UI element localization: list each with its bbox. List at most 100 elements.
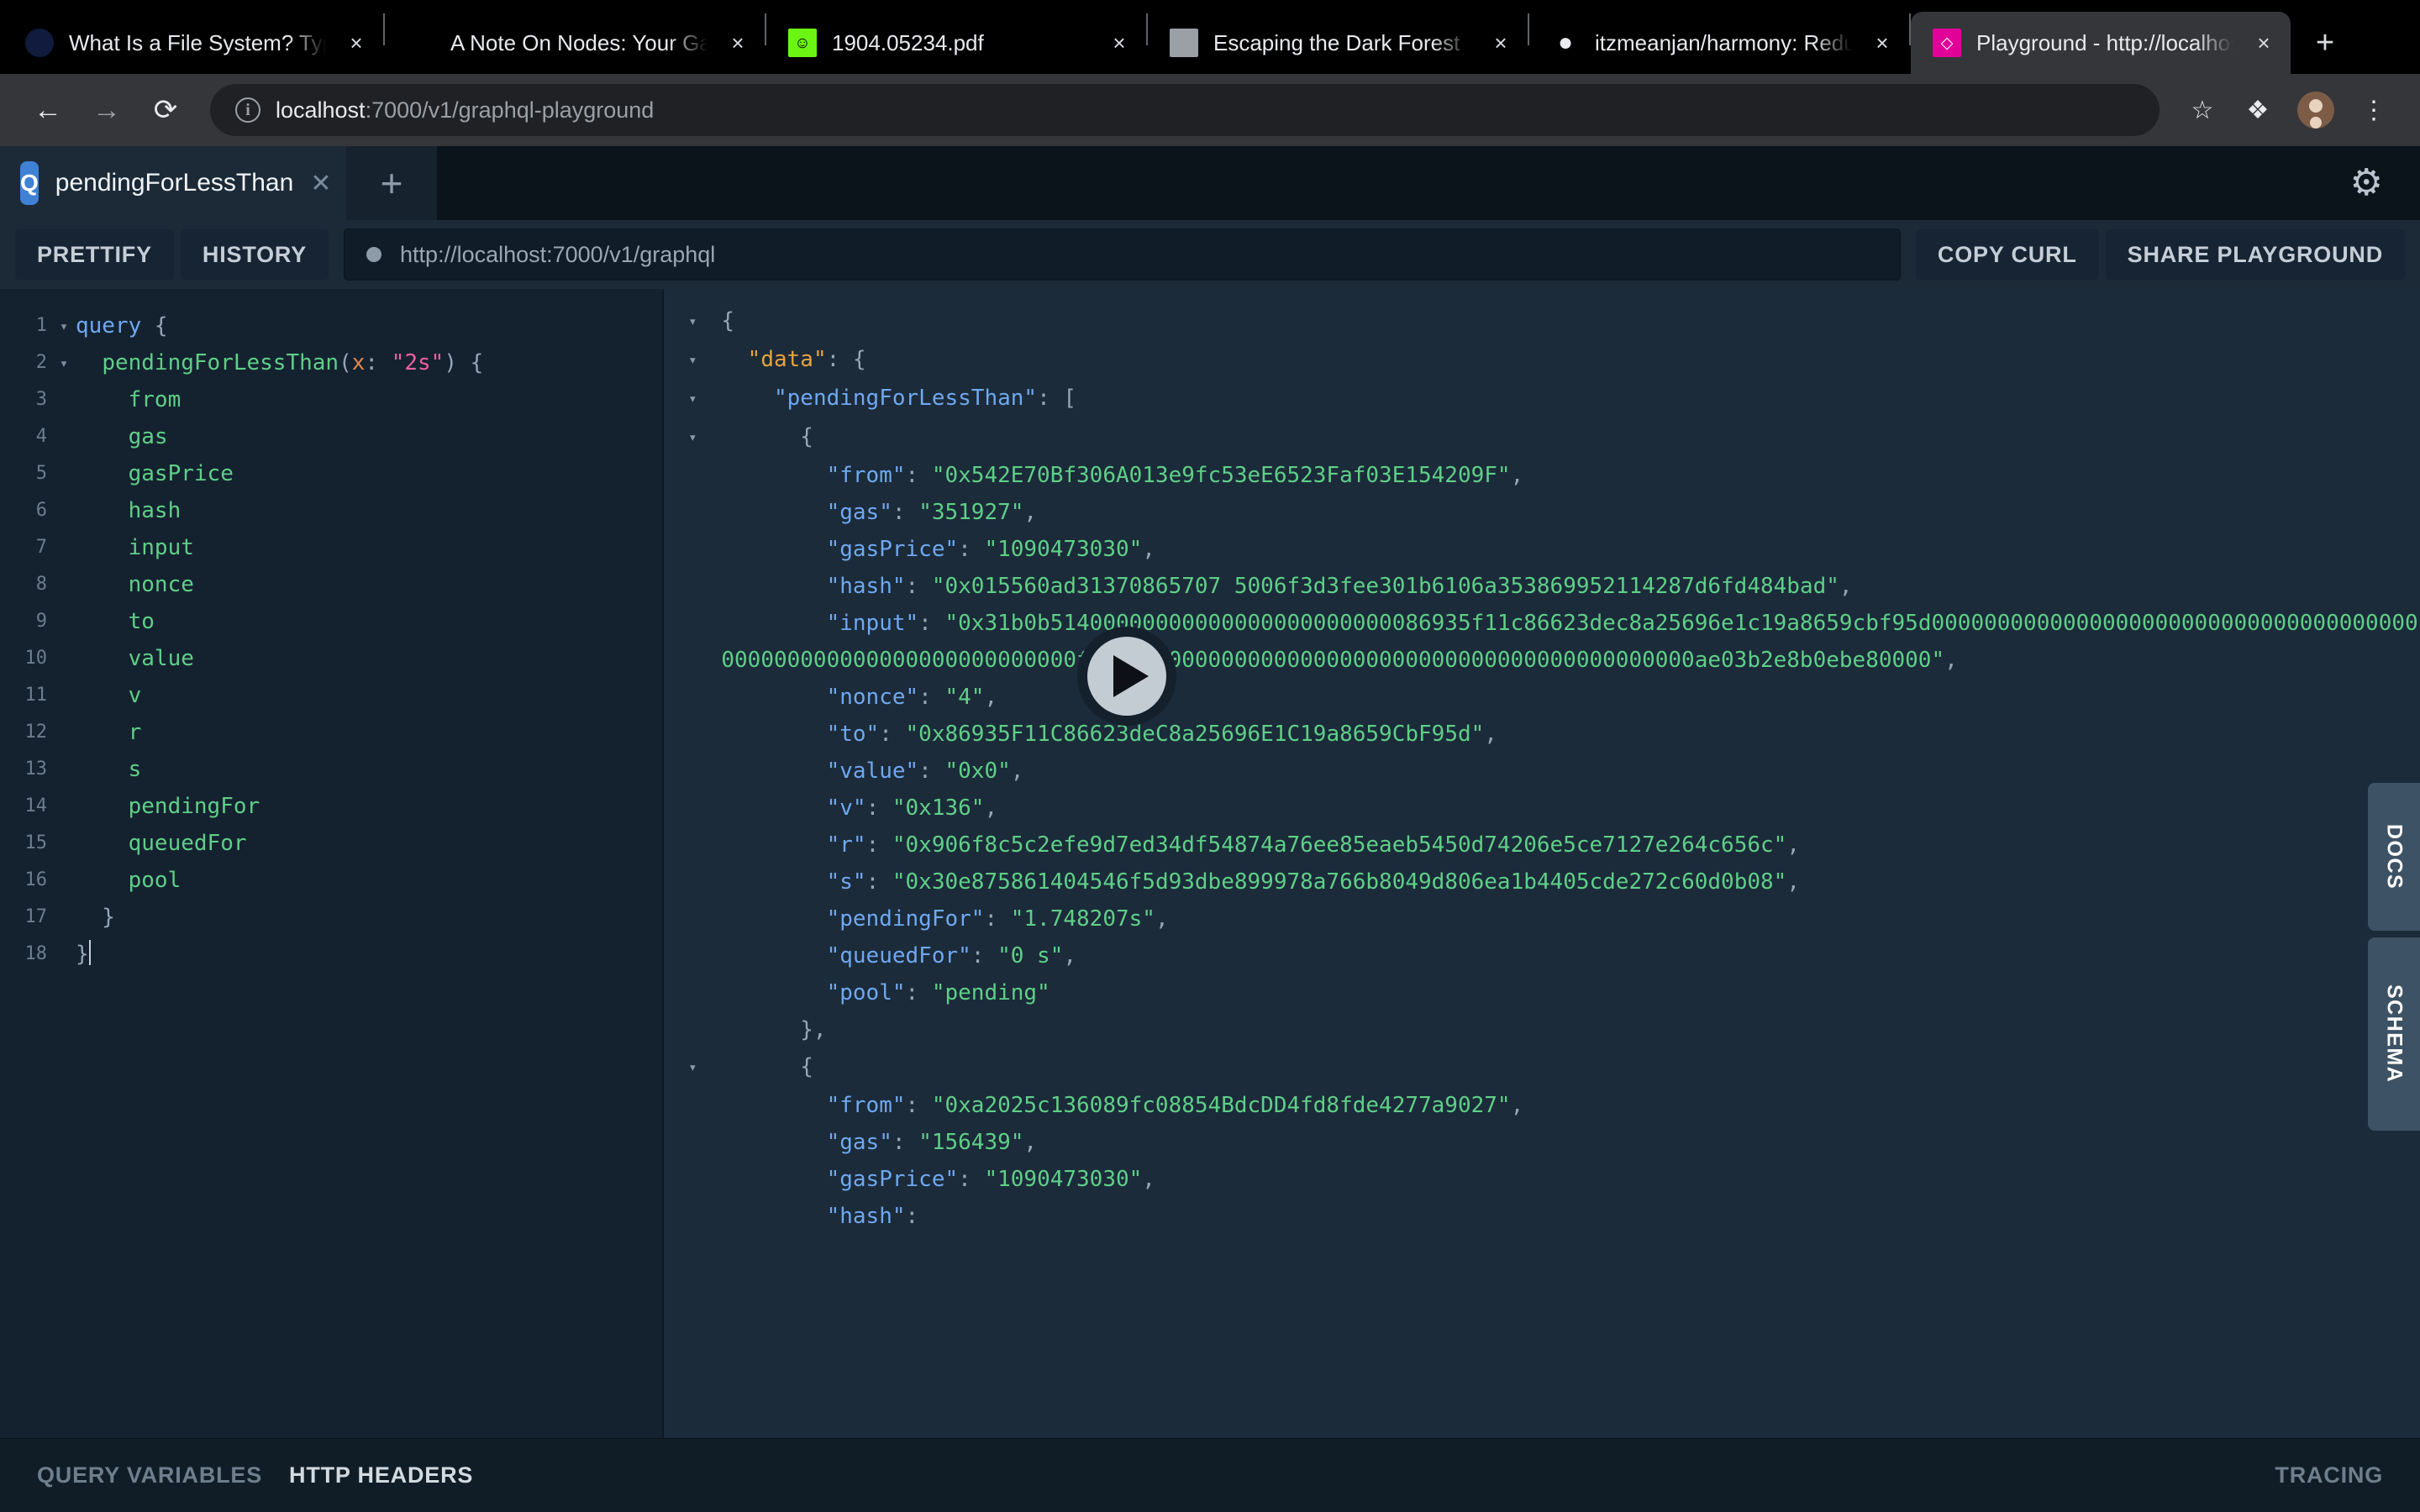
bookmark-star-icon[interactable]: ☆	[2178, 86, 2227, 134]
playground-toolbar: PRETTIFY HISTORY http://localhost:7000/v…	[0, 220, 2420, 289]
endpoint-url-text: http://localhost:7000/v1/graphql	[400, 242, 715, 268]
response-line-text: "pool": "pending"	[721, 974, 1050, 1011]
json-token: ,	[1839, 574, 1853, 599]
browser-tab-title: A Note On Nodes: Your Gate	[450, 30, 708, 56]
document-icon	[407, 29, 435, 57]
browser-tab[interactable]:  What Is a File System? Types ×	[3, 12, 383, 74]
response-line-text: "gas": "351927",	[721, 494, 1037, 531]
fold-toggle-icon[interactable]: ▾	[664, 380, 721, 418]
new-tab-button[interactable]: +	[2299, 17, 2351, 69]
code-token	[76, 461, 129, 486]
close-icon[interactable]: ✕	[310, 169, 331, 198]
json-token: "0xa2025c136089fc08854BdcDD4fd8fde4277a9…	[932, 1093, 1511, 1118]
json-token: ,	[1155, 906, 1169, 932]
json-token: {	[800, 1054, 813, 1079]
forward-button[interactable]: →	[81, 84, 133, 136]
close-icon[interactable]: ×	[2249, 28, 2279, 58]
tab-bar-filler	[437, 146, 2420, 220]
json-token: "gasPrice"	[827, 537, 959, 562]
site-info-icon[interactable]: i	[235, 97, 260, 123]
json-token	[721, 1093, 826, 1118]
response-line: },	[664, 1011, 2420, 1048]
response-line: "gasPrice": "1090473030",	[664, 531, 2420, 568]
json-token: "1090473030"	[984, 1167, 1142, 1192]
history-button[interactable]: HISTORY	[181, 229, 329, 280]
close-icon[interactable]: ×	[723, 28, 753, 58]
prettify-button[interactable]: PRETTIFY	[15, 229, 174, 280]
close-icon[interactable]: ×	[1486, 28, 1516, 58]
http-headers-tab[interactable]: HTTP HEADERS	[289, 1462, 473, 1488]
fold-toggle-icon[interactable]: ▾	[664, 302, 721, 341]
close-icon[interactable]: ×	[1104, 28, 1134, 58]
flame-icon: 	[25, 29, 54, 57]
code-token	[76, 387, 129, 412]
response-pane[interactable]: ▾{▾ "data": {▾ "pendingForLessThan": [▾ …	[664, 289, 2420, 1438]
browser-tab[interactable]: ● itzmeanjan/harmony: Reduc ×	[1529, 12, 1909, 74]
code-token	[76, 794, 129, 819]
json-token: "0x906f8c5c2efe9d7ed34df54874a76ee85eaeb…	[892, 832, 1786, 858]
json-token: ,	[1944, 648, 1958, 673]
back-button[interactable]: ←	[22, 84, 74, 136]
editor-line: 14 pendingFor	[0, 788, 662, 825]
json-token	[721, 832, 826, 858]
tracing-tab[interactable]: TRACING	[2275, 1462, 2383, 1488]
browser-tab[interactable]: Escaping the Dark Forest ×	[1148, 12, 1528, 74]
json-token: :	[918, 759, 944, 784]
fold-toggle-icon[interactable]: ▾	[664, 418, 721, 457]
browser-tab[interactable]: ☺ 1904.05234.pdf ×	[766, 12, 1146, 74]
response-line-text: "nonce": "4",	[721, 679, 997, 716]
code-token: pendingForLessThan	[102, 350, 339, 375]
fold-toggle-icon[interactable]: ▾	[52, 307, 76, 346]
response-line: ▾ "data": {	[664, 341, 2420, 380]
response-line-text: "input": "0x31b0b51400000000000000000000…	[721, 605, 2420, 679]
editor-line-text: to	[76, 603, 155, 640]
editor-line: 5 gasPrice	[0, 455, 662, 492]
response-line-text: "from": "0x542E70Bf306A013e9fc53eE6523Fa…	[721, 457, 1523, 494]
text-caret	[89, 940, 91, 965]
fold-toggle-icon[interactable]: ▾	[52, 344, 76, 383]
query-editor-lines[interactable]: 1 ▾ query {2 ▾ pendingForLessThan(x: "2s") …	[0, 289, 662, 973]
line-number: 7	[0, 529, 52, 566]
close-icon[interactable]: ×	[341, 28, 371, 58]
browser-menu-icon[interactable]: ⋮	[2349, 86, 2398, 134]
profile-avatar[interactable]	[2297, 92, 2334, 129]
fold-toggle-icon[interactable]: ▾	[664, 1048, 721, 1087]
json-token: {	[800, 424, 813, 449]
schema-side-tab[interactable]: SCHEMA	[2368, 937, 2420, 1131]
editor-line: 1 ▾ query {	[0, 307, 662, 344]
code-token: s	[129, 757, 142, 782]
json-token: ,	[984, 795, 997, 821]
response-line: ▾{	[664, 302, 2420, 341]
editor-line: 16 pool	[0, 862, 662, 899]
response-line-text: "data": {	[721, 341, 865, 378]
new-playground-tab-button[interactable]: +	[346, 146, 437, 220]
browser-tab[interactable]: ◇ Playground - http://localhost ×	[1911, 12, 2291, 74]
query-variables-tab[interactable]: QUERY VARIABLES	[37, 1462, 262, 1488]
address-bar[interactable]: i localhost:7000/v1/graphql-playground	[210, 84, 2160, 136]
json-token	[721, 537, 826, 562]
json-token	[721, 500, 826, 525]
fold-toggle-icon[interactable]: ▾	[664, 341, 721, 380]
reload-button[interactable]: ⟳	[139, 84, 192, 136]
query-editor-pane[interactable]: 1 ▾ query {2 ▾ pendingForLessThan(x: "2s") …	[0, 289, 662, 1438]
code-token: (	[339, 350, 352, 375]
browser-tab[interactable]: A Note On Nodes: Your Gate ×	[385, 12, 765, 74]
json-token: "0x31b0b51400000000000000000000000086935…	[721, 611, 2417, 673]
browser-tab-title: Playground - http://localhost	[1976, 30, 2233, 56]
endpoint-url-input[interactable]: http://localhost:7000/v1/graphql	[344, 228, 1901, 281]
code-token: from	[129, 387, 182, 412]
gear-icon[interactable]: ⚙	[2350, 165, 2383, 202]
extensions-icon[interactable]: ❖	[2233, 86, 2282, 134]
json-token	[721, 463, 826, 488]
json-token: "0x30e875861404546f5d93dbe899978a766b804…	[892, 869, 1786, 895]
response-line-text: "from": "0xa2025c136089fc08854BdcDD4fd8f…	[721, 1087, 1523, 1124]
playground-tab-pendingforlessthan[interactable]: Q pendingForLessThan ✕	[0, 146, 346, 220]
close-icon[interactable]: ×	[1867, 28, 1897, 58]
line-number: 13	[0, 751, 52, 788]
endpoint-status-dot-icon	[366, 247, 381, 262]
person-icon	[1170, 29, 1198, 57]
copy-curl-button[interactable]: COPY CURL	[1916, 229, 2099, 280]
execute-query-button[interactable]	[1077, 627, 1176, 726]
docs-side-tab[interactable]: DOCS	[2368, 783, 2420, 931]
share-playground-button[interactable]: SHARE PLAYGROUND	[2106, 229, 2405, 280]
